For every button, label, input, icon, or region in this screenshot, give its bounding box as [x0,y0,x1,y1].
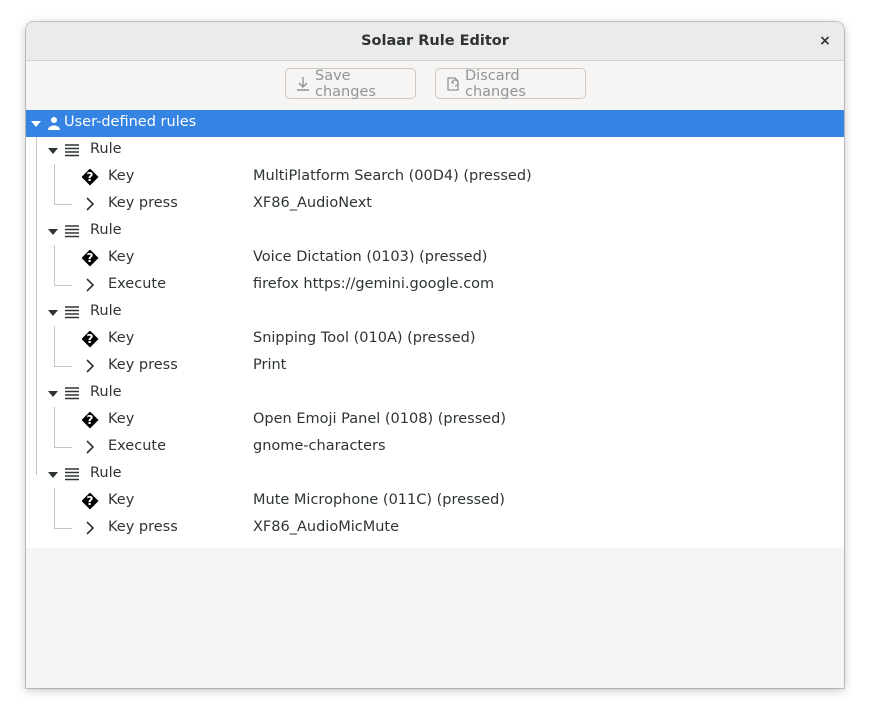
close-button[interactable]: × [816,32,834,50]
rule-row[interactable]: Rule [26,299,844,326]
discard-changes-button[interactable]: Discard changes [435,67,586,100]
action-kind: Execute [108,438,166,454]
condition-value: Open Emoji Panel (0108) (pressed) [253,411,507,427]
condition-kind: Key [108,249,135,265]
rule-label: Rule [90,465,122,481]
condition-value: Voice Dictation (0103) (pressed) [253,249,488,265]
condition-row[interactable]: ? Key Snipping Tool (010A) (pressed) [26,326,844,353]
action-kind: Key press [108,195,178,211]
condition-value: MultiPlatform Search (00D4) (pressed) [253,168,532,184]
action-row[interactable]: Key press Print [26,353,844,380]
save-changes-label: Save changes [315,67,376,100]
list-icon [63,141,81,159]
action-value: gnome-characters [253,438,386,454]
condition-value: Mute Microphone (011C) (pressed) [253,492,505,508]
condition-row[interactable]: ? Key MultiPlatform Search (00D4) (press… [26,164,844,191]
action-row[interactable]: Key press XF86_AudioMicMute [26,515,844,542]
condition-kind: Key [108,411,135,427]
chevron-right-icon [81,438,99,456]
condition-kind: Key [108,330,135,346]
root-label: User-defined rules [64,114,197,130]
chevron-right-icon [81,519,99,537]
expander-icon[interactable] [48,148,58,154]
chevron-right-icon [81,357,99,375]
revert-icon [444,75,462,93]
condition-row[interactable]: ? Key Open Emoji Panel (0108) (pressed) [26,407,844,434]
action-kind: Execute [108,276,166,292]
empty-panel [26,548,844,688]
title-bar: Solaar Rule Editor × [26,22,844,61]
unknown-glyph-icon: ? [81,492,99,510]
discard-changes-label: Discard changes [465,67,526,100]
rule-row[interactable]: Rule [26,380,844,407]
tree-root-row[interactable]: User-defined rules [26,110,844,137]
action-row[interactable]: Key press XF86_AudioNext [26,191,844,218]
action-value: Print [253,357,287,373]
rule-label: Rule [90,384,122,400]
condition-value: Snipping Tool (010A) (pressed) [253,330,476,346]
unknown-glyph-icon: ? [81,411,99,429]
rule-editor-window: Solaar Rule Editor × Save changes Discar… [26,22,844,688]
rule-label: Rule [90,222,122,238]
chevron-right-icon [81,276,99,294]
toolbar: Save changes Discard changes [26,61,844,109]
save-changes-button[interactable]: Save changes [285,67,416,100]
list-icon [63,465,81,483]
action-value: XF86_AudioNext [253,195,372,211]
unknown-glyph-icon: ? [81,249,99,267]
rule-label: Rule [90,141,122,157]
expander-icon[interactable] [31,121,41,127]
rules-tree[interactable]: User-defined rules Rule ? Key MultiPlatf… [26,110,844,548]
action-row[interactable]: Execute gnome-characters [26,434,844,461]
action-value: firefox https://gemini.google.com [253,276,495,292]
expander-icon[interactable] [48,472,58,478]
user-icon [45,114,63,132]
window-title: Solaar Rule Editor [361,33,509,49]
condition-kind: Key [108,492,135,508]
expander-icon[interactable] [48,310,58,316]
rule-row[interactable]: Rule [26,461,844,488]
unknown-glyph-icon: ? [81,330,99,348]
expander-icon[interactable] [48,391,58,397]
action-value: XF86_AudioMicMute [253,519,400,535]
list-icon [63,384,81,402]
condition-row[interactable]: ? Key Voice Dictation (0103) (pressed) [26,245,844,272]
rule-row[interactable]: Rule [26,218,844,245]
action-row[interactable]: Execute firefox https://gemini.google.co… [26,272,844,299]
unknown-glyph-icon: ? [81,168,99,186]
download-icon [294,75,312,93]
action-kind: Key press [108,519,178,535]
expander-icon[interactable] [48,229,58,235]
rule-row[interactable]: Rule [26,137,844,164]
action-kind: Key press [108,357,178,373]
list-icon [63,222,81,240]
condition-row[interactable]: ? Key Mute Microphone (011C) (pressed) [26,488,844,515]
list-icon [63,303,81,321]
rule-label: Rule [90,303,122,319]
condition-kind: Key [108,168,135,184]
chevron-right-icon [81,195,99,213]
